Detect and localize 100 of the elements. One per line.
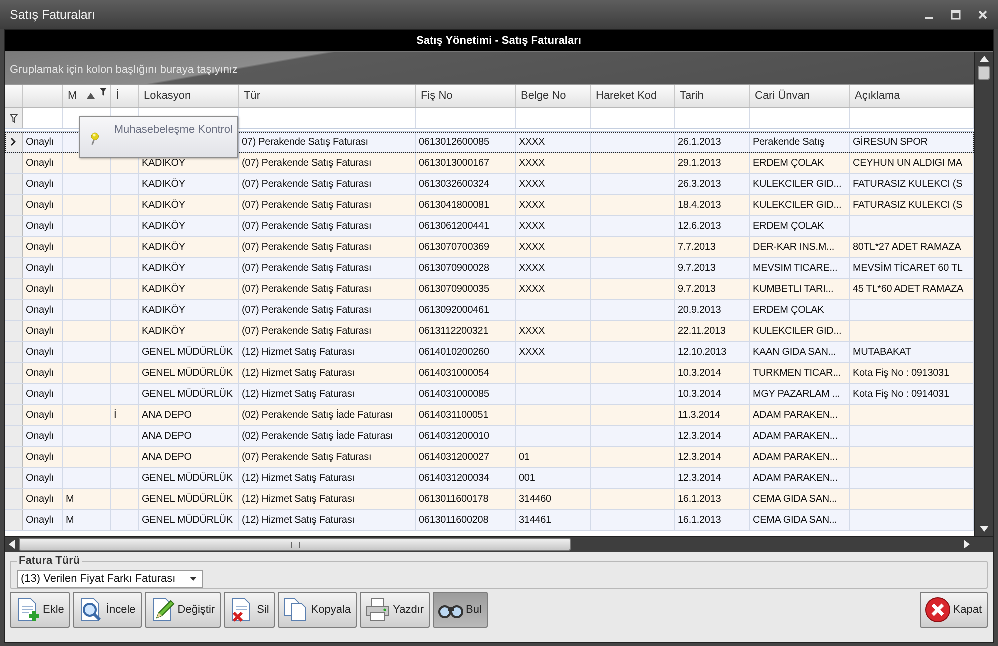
table-cell: Onaylı — [26, 284, 54, 294]
close-button[interactable]: Kapat — [920, 592, 988, 628]
table-cell: 0613032600324 — [419, 178, 490, 190]
toolbar-button[interactable]: Kopyala — [278, 592, 358, 628]
table-cell: GİRESUN SPOR — [853, 136, 928, 148]
invoice-type-dropdown[interactable]: (13) Verilen Fiyat Farkı Faturası — [17, 570, 203, 588]
scroll-left-icon[interactable] — [9, 540, 15, 549]
table-cell: (12) Hizmet Satış Faturası — [242, 472, 355, 484]
table-cell: KADIKÖY — [142, 242, 186, 252]
table-cell: KAAN GIDA SAN... — [753, 346, 836, 358]
toolbar-button[interactable]: Sil — [224, 592, 276, 628]
table-row[interactable]: Onaylı GENEL MÜDÜRLÜK (12) Hizmet Satış Faturası 0614031000085 10.3.2014 MGY PAZARLAM ... Kota Fiş No : 0914031 — [5, 384, 974, 405]
table-row[interactable]: Onaylı ANA DEPO (02) Perakende Satış İade Faturası 0614031200010 12.3.2014 ADAM PARAKEN... — [5, 426, 974, 447]
table-row[interactable]: Onaylı KADIKÖY (07) Perakende Satış Faturası 0613041800081 XXXX 18.4.2013 KULEKCILER GID... FATURASIZ KULEKCI (S — [5, 195, 974, 216]
table-cell: KADIKÖY — [142, 284, 186, 294]
column-header[interactable]: Hareket Kod — [591, 85, 675, 107]
filter-row-icon[interactable] — [10, 114, 18, 122]
column-header[interactable]: Fiş No — [416, 85, 516, 107]
column-header[interactable]: Belge No — [516, 85, 591, 107]
table-row[interactable]: Onaylı KADIKÖY (07) Perakende Satış Faturası 0613013000167 XXXX 29.1.2013 ERDEM ÇOLAK CEYHUN UN ALDIGI MA — [5, 153, 974, 174]
table-cell: FATURASIZ KULEKCI (S — [853, 200, 963, 210]
table-cell: 0613070900028 — [419, 262, 490, 274]
column-header[interactable]: Tarih — [675, 85, 750, 107]
table-cell: KADIKÖY — [142, 158, 186, 168]
table-cell: ADAM PARAKEN... — [753, 430, 838, 442]
table-cell: MEVSİM TİCARET 60 TL — [853, 262, 963, 274]
vertical-scrollbar[interactable] — [974, 52, 993, 536]
table-cell: Onaylı — [26, 514, 54, 526]
scroll-right-icon[interactable] — [964, 540, 970, 549]
horizontal-scrollbar[interactable] — [5, 536, 993, 552]
toolbar-button[interactable]: Yazdır — [360, 592, 430, 628]
table-row[interactable]: Onaylı M GENEL MÜDÜRLÜK (12) Hizmet Satış Faturası 0613011600208 314461 16.1.2013 CEMA GIDA SAN... — [5, 510, 974, 531]
toolbar-button[interactable]: Değiştir — [144, 592, 222, 628]
column-header[interactable]: Tür — [239, 85, 416, 107]
table-row[interactable]: Onaylı İ ANA DEPO (02) Perakende Satış İade Faturası 0614031100051 11.3.2014 ADAM PARAKEN... — [5, 405, 974, 426]
table-row[interactable]: Onaylı KADIKÖY (07) Perakende Satış Faturası 0613070900028 XXXX 9.7.2013 MEVSIM TICARE... MEVSİM TİCARET 60 TL — [5, 258, 974, 279]
table-cell: 45 TL*60 ADET RAMAZA — [853, 284, 964, 294]
table-cell: 001 — [519, 472, 536, 484]
table-cell: Onaylı — [26, 472, 54, 484]
table-cell: Onaylı — [26, 158, 54, 168]
table-row[interactable]: Onaylı KADIKÖY (07) Perakende Satış Faturası 0613092000461 20.9.2013 ERDEM ÇOLAK — [5, 300, 974, 321]
table-cell: (07) Perakende Satış Faturası — [242, 284, 372, 294]
table-cell: 0614031200034 — [419, 472, 490, 484]
table-cell: Onaylı — [26, 136, 54, 148]
dropdown-arrow-icon[interactable] — [190, 577, 197, 581]
table-row[interactable]: Onaylı KADIKÖY (07) Perakende Satış Faturası 0613032600324 XXXX 26.3.2013 KULEKCILER GID... FATURASIZ KULEKCI (S — [5, 174, 974, 195]
table-cell: KADIKÖY — [142, 304, 186, 316]
table-cell: 12.10.2013 — [678, 346, 727, 358]
table-row[interactable]: Onaylı GENEL MÜDÜRLÜK (12) Hizmet Satış Faturası 0614031200034 001 12.3.2014 ADAM PARAKEN... — [5, 468, 974, 489]
table-cell: Onaylı — [26, 200, 54, 210]
table-cell: (12) Hizmet Satış Faturası — [242, 514, 355, 526]
table-cell: (02) Perakende Satış İade Faturası — [242, 410, 394, 420]
table-cell: ANA DEPO — [142, 410, 192, 420]
filter-icon[interactable] — [100, 88, 107, 96]
table-cell: (07) Perakende Satış Faturası — [242, 200, 372, 210]
column-header[interactable]: M — [63, 85, 111, 107]
table-cell: XXXX — [519, 262, 546, 274]
sort-arrow-icon[interactable] — [87, 93, 96, 99]
scroll-down-icon[interactable] — [980, 526, 988, 532]
table-cell: 80TL*27 ADET RAMAZA — [853, 242, 962, 252]
table-cell: 9.7.2013 — [678, 262, 716, 274]
toolbar-button[interactable]: Bul — [433, 592, 488, 628]
table-row[interactable]: Onaylı GENEL MÜDÜRLÜK (12) Hizmet Satış Faturası 0614031000054 10.3.2014 TURKMEN TICAR... Kota Fiş No : 0913031 — [5, 363, 974, 384]
table-cell: (07) Perakende Satış Faturası — [242, 262, 372, 274]
table-cell: ANA DEPO — [142, 452, 192, 462]
column-header[interactable]: Cari Ünvan — [750, 85, 850, 107]
table-cell: Onaylı — [26, 346, 54, 358]
table-row[interactable]: Onaylı GENEL MÜDÜRLÜK (12) Hizmet Satış Faturası 0614010200260 XXXX 12.10.2013 KAAN GIDA SAN... MUTABAKAT — [5, 342, 974, 363]
close-icon[interactable] — [978, 10, 988, 20]
table-cell: Onaylı — [26, 452, 54, 462]
table-cell: (07) Perakende Satış Faturası — [242, 304, 372, 316]
table-cell: Onaylı — [26, 304, 54, 316]
table-row[interactable]: Onaylı KADIKÖY (07) Perakende Satış Faturası 0613070700369 XXXX 7.7.2013 DER-KAR INS.M... 80TL*27 ADET RAMAZA — [5, 237, 974, 258]
scrollbar-thumb[interactable] — [978, 66, 990, 80]
scrollbar-thumb[interactable] — [19, 538, 571, 551]
toolbar-button[interactable]: İncele — [73, 592, 142, 628]
table-row[interactable]: Onaylı KADIKÖY (07) Perakende Satış Faturası 0613070900035 XXXX 9.7.2013 KUMBETLI TARI... 45 TL*60 ADET RAMAZA — [5, 279, 974, 300]
table-cell: CEYHUN UN ALDIGI MA — [853, 158, 962, 168]
table-cell: KULEKCILER GID... — [753, 178, 842, 190]
table-cell: Onaylı — [26, 430, 54, 442]
group-title: Fatura Türü — [18, 555, 82, 567]
table-row[interactable]: Onaylı M GENEL MÜDÜRLÜK (12) Hizmet Satış Faturası 0613011600178 314460 16.1.2013 CEMA GIDA SAN... — [5, 489, 974, 510]
table-cell: KADIKÖY — [142, 262, 186, 274]
table-cell: (12) Hizmet Satış Faturası — [242, 494, 355, 504]
table-cell: 0614031200010 — [419, 430, 490, 442]
scroll-up-icon[interactable] — [980, 56, 988, 62]
column-header[interactable]: Lokasyon — [139, 85, 239, 107]
table-cell: (07) Perakende Satış Faturası — [242, 326, 372, 336]
table-cell: 26.1.2013 — [678, 136, 722, 148]
maximize-icon[interactable] — [951, 10, 961, 20]
column-header[interactable]: İ — [111, 85, 139, 107]
toolbar-button[interactable]: Ekle — [10, 592, 70, 628]
table-cell: 0613112200321 — [419, 326, 489, 336]
table-cell: (07) Perakende Satış Faturası — [242, 242, 372, 252]
table-cell: MEVSIM TICARE... — [753, 262, 838, 274]
table-row[interactable]: Onaylı KADIKÖY (07) Perakende Satış Faturası 0613112200321 XXXX 22.11.2013 KULEKCILER GID... — [5, 321, 974, 342]
table-cell: ERDEM ÇOLAK — [753, 158, 824, 168]
table-row[interactable]: Onaylı ANA DEPO (07) Perakende Satış Faturası 0614031200027 01 12.3.2014 ADAM PARAKEN... — [5, 447, 974, 468]
table-cell: KADIKÖY — [142, 178, 186, 190]
table-row[interactable]: Onaylı KADIKÖY (07) Perakende Satış Faturası 0613061200441 XXXX 12.6.2013 ERDEM ÇOLAK — [5, 216, 974, 237]
